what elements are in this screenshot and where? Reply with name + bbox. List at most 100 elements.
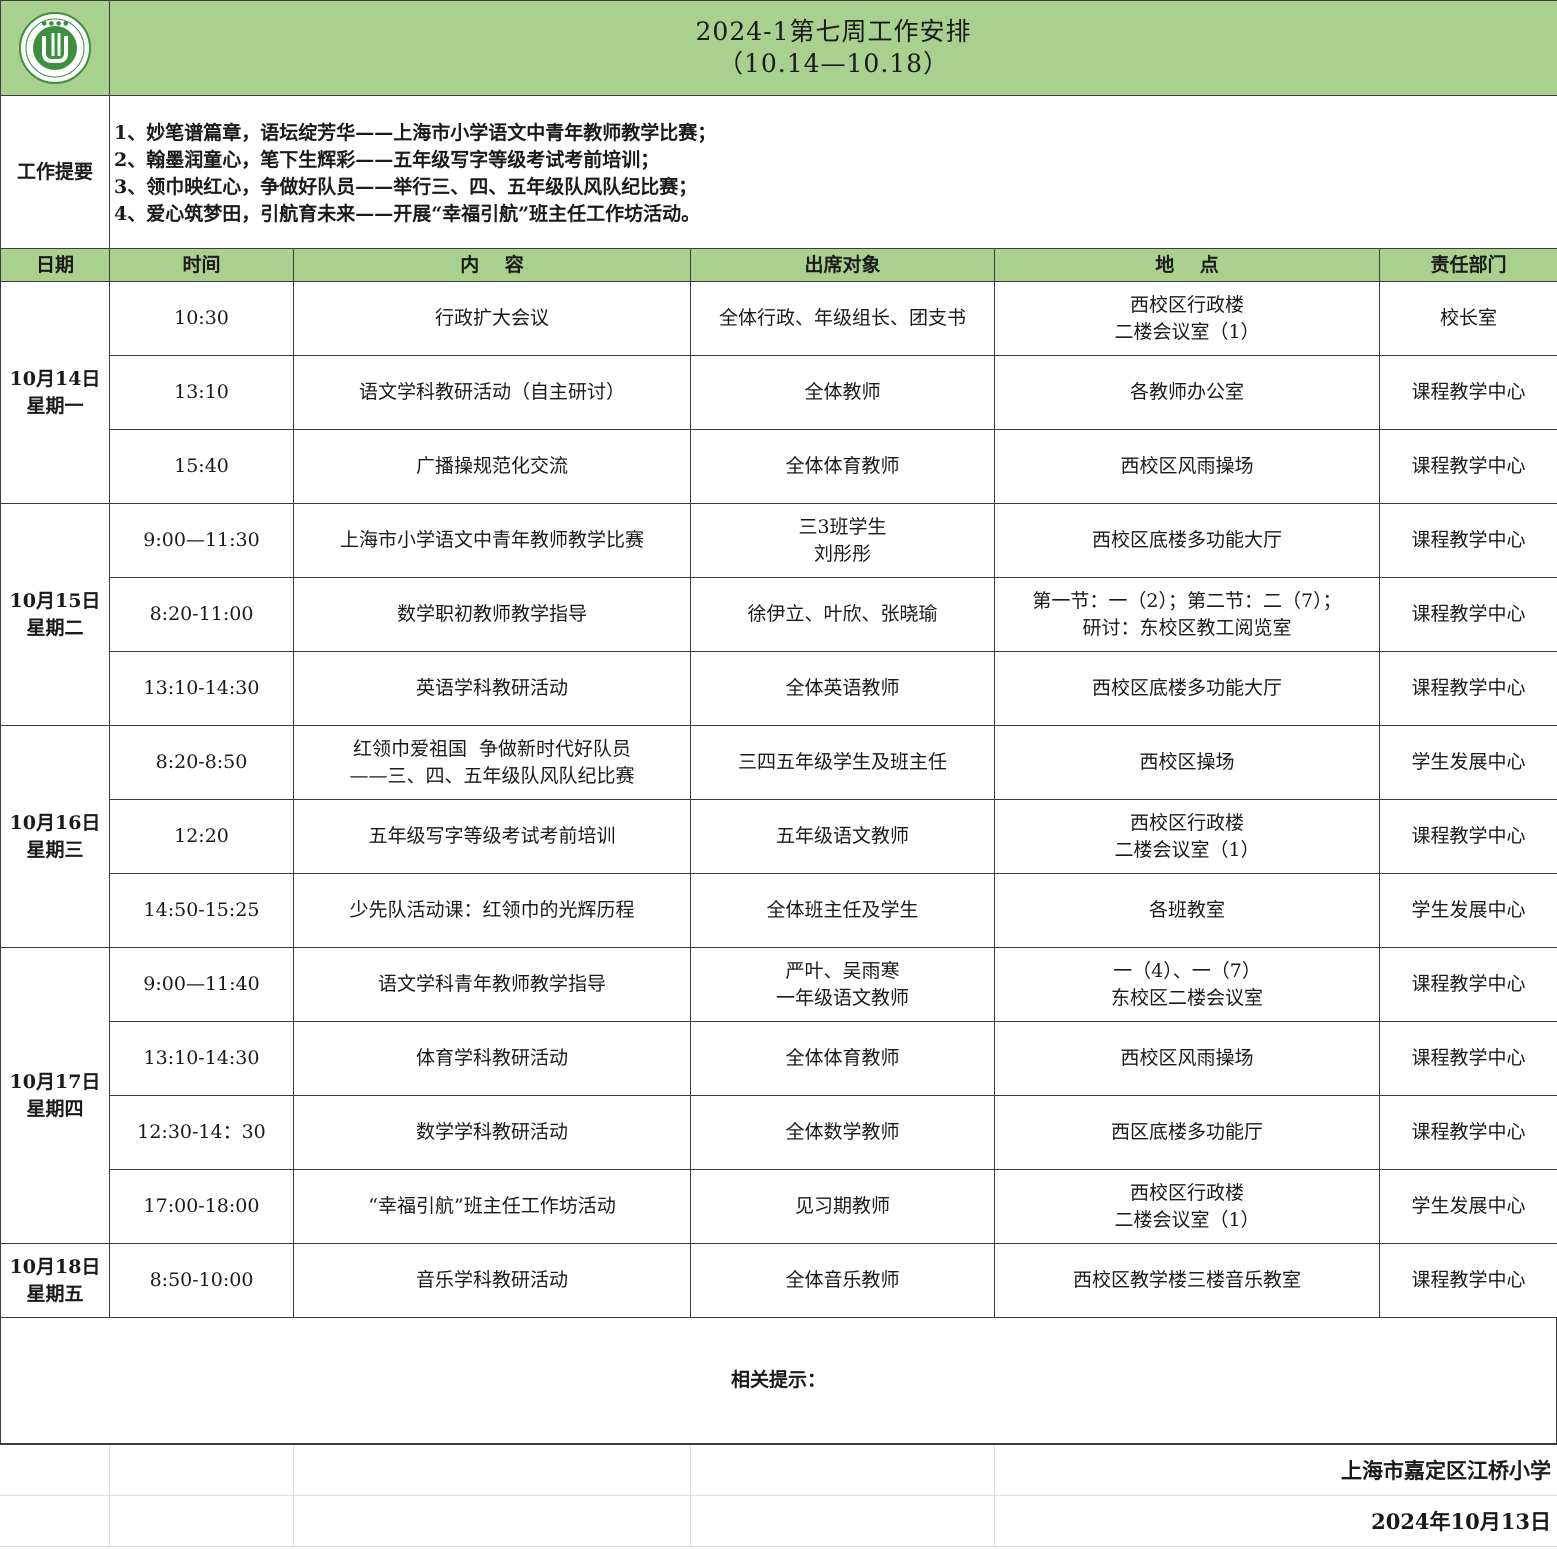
- dept-cell: 课程教学中心: [1378, 503, 1557, 578]
- location-line: 二楼会议室（1）: [1114, 320, 1260, 343]
- page-subtitle: （10.14—10.18）: [717, 49, 950, 78]
- attendees-cell: 全体体育教师: [690, 429, 995, 504]
- title-row: ● ● ● ● 2024-1第七周工作安排 （10.14—10.18）: [0, 0, 1557, 96]
- content-cell: 红领巾爱祖国 争做新时代好队员 ——三、四、五年级队风队纪比赛: [293, 725, 691, 800]
- content-cell: 数学职初教师教学指导: [293, 577, 691, 652]
- dept-cell: 学生发展中心: [1378, 725, 1557, 800]
- dept-cell: 课程教学中心: [1378, 799, 1557, 874]
- attendees-cell: 全体行政、年级组长、团支书: [690, 281, 995, 356]
- dept-cell: 课程教学中心: [1378, 947, 1557, 1022]
- location-line: 西校区行政楼: [1129, 811, 1244, 834]
- attendees-cell: 严叶、吴雨寒 一年级语文教师: [690, 947, 995, 1022]
- attendees-cell: 全体英语教师: [690, 651, 995, 726]
- location-line: 西校区行政楼: [1129, 1181, 1244, 1204]
- attendees-cell: 全体音乐教师: [690, 1243, 995, 1318]
- location-cell: 西区底楼多功能厅: [994, 1095, 1380, 1170]
- table-row: 12:20 五年级写字等级考试考前培训 五年级语文教师 西校区行政楼 二楼会议室（1）课…: [1, 799, 1557, 874]
- notes-table: 相关提示：: [0, 1317, 1557, 1445]
- attendees-line: 五年级语文教师: [775, 825, 909, 847]
- attendees-line: 见习期教师: [794, 1195, 890, 1217]
- footer-blank: [109, 1445, 294, 1496]
- attendees-cell: 徐伊立、叶欣、张晓瑜: [690, 577, 995, 652]
- column-header-row: 日期 时间 内 容 出席对象 地 点 责任部门: [0, 248, 1557, 282]
- table-row: 8:20-11:00 数学职初教师教学指导 徐伊立、叶欣、张晓瑜 第一节：一（2）；第…: [1, 577, 1557, 652]
- attendees-cell: 全体教师: [690, 355, 995, 430]
- dept-cell: 课程教学中心: [1378, 651, 1557, 726]
- attendees-cell: 三四五年级学生及班主任: [690, 725, 995, 800]
- summary-item: 3、领巾映红心，争做好队员——举行三、四、五年级队风队纪比赛；: [114, 176, 698, 198]
- location-line: 西校区底楼多功能大厅: [1091, 677, 1282, 699]
- content-cell: 数学学科教研活动: [293, 1095, 691, 1170]
- footer-blank: [293, 1445, 691, 1496]
- location-cell: 西校区底楼多功能大厅: [994, 503, 1380, 578]
- location-cell: 第一节：一（2）；第二节：二（7）； 研讨：东校区教工阅览室: [994, 577, 1380, 652]
- dept-cell: 学生发展中心: [1378, 1169, 1557, 1244]
- weekday-text: 星期三: [26, 838, 84, 861]
- dept-cell: 课程教学中心: [1378, 429, 1557, 504]
- attendees-line: 徐伊立、叶欣、张晓瑜: [747, 603, 938, 625]
- content-line: 行政扩大会议: [434, 307, 549, 329]
- location-cell: 各教师办公室: [994, 355, 1380, 430]
- attendees-line: 全体班主任及学生: [766, 899, 919, 921]
- footer-blank: [690, 1495, 995, 1547]
- content-line: 音乐学科教研活动: [415, 1269, 568, 1291]
- column-header-time: 时间: [109, 248, 294, 282]
- column-header-dept: 责任部门: [1378, 248, 1557, 282]
- table-row: 10月16日 星期三 8:20-8:50 红领巾爱祖国 争做新时代好队员 ——三、四、五…: [0, 725, 1557, 948]
- column-header-location: 地 点: [994, 248, 1380, 282]
- location-line: 西校区风雨操场: [1120, 1047, 1254, 1069]
- location-line: 东校区二楼会议室: [1110, 986, 1263, 1009]
- dept-cell: 课程教学中心: [1378, 1021, 1557, 1096]
- attendees-line: 全体体育教师: [785, 1047, 900, 1069]
- notes-row: 相关提示：: [0, 1317, 1557, 1445]
- content-line: 广播操规范化交流: [415, 455, 568, 477]
- time-cell: 8:20-11:00: [109, 577, 294, 652]
- footer-row-date: 2024年10月13日: [0, 1495, 1557, 1547]
- attendees-cell: 见习期教师: [690, 1169, 995, 1244]
- attendees-line: 严叶、吴雨寒: [785, 959, 900, 982]
- attendees-cell: 全体班主任及学生: [690, 873, 995, 948]
- attendees-cell: 五年级语文教师: [690, 799, 995, 874]
- attendees-cell: 全体体育教师: [690, 1021, 995, 1096]
- location-cell: 西校区操场: [994, 725, 1380, 800]
- footer-date: 2024年10月13日: [994, 1495, 1557, 1547]
- location-line: 西区底楼多功能厅: [1110, 1121, 1263, 1143]
- location-cell: 西校区风雨操场: [994, 429, 1380, 504]
- dept-cell: 课程教学中心: [1378, 355, 1557, 430]
- location-line: 西校区教学楼三楼音乐教室: [1072, 1269, 1301, 1291]
- time-cell: 15:40: [109, 429, 294, 504]
- location-line: 研讨：东校区教工阅览室: [1082, 616, 1292, 639]
- school-emblem-icon: ● ● ● ●: [19, 12, 91, 84]
- content-line: 语文学科教研活动（自主研讨）: [358, 381, 625, 403]
- location-line: 西校区行政楼: [1129, 293, 1244, 316]
- column-header-content: 内 容: [293, 248, 691, 282]
- location-cell: 西校区行政楼 二楼会议室（1）: [994, 1169, 1380, 1244]
- dept-cell: 校长室: [1378, 281, 1557, 356]
- footer-school-name: 上海市嘉定区江桥小学: [994, 1445, 1557, 1496]
- date-text: 10月18日: [9, 1255, 101, 1278]
- date-text: 10月15日: [9, 589, 101, 612]
- attendees-line: 全体数学教师: [785, 1121, 900, 1143]
- logo-cell: ● ● ● ●: [0, 0, 110, 96]
- content-line: 少先队活动课：红领巾的光辉历程: [349, 899, 635, 921]
- table-row: 12:30-14：30 数学学科教研活动 全体数学教师 西区底楼多功能厅 课程教学中心: [1, 1095, 1557, 1170]
- time-cell: 13:10-14:30: [109, 651, 294, 726]
- time-cell: 9:00—11:40: [109, 947, 294, 1022]
- content-cell: 体育学科教研活动: [293, 1021, 691, 1096]
- summary-item: 4、爱心筑梦田，引航育未来——开展“幸福引航”班主任工作坊活动。: [114, 203, 701, 225]
- location-line: 西校区风雨操场: [1120, 455, 1254, 477]
- date-cell: 10月16日 星期三: [0, 725, 110, 948]
- table-row: 13:10-14:30 体育学科教研活动 全体体育教师 西校区风雨操场 课程教学中心: [1, 1021, 1557, 1096]
- schedule-table: ● ● ● ● 2024-1第七周工作安排 （10.14—10.18） 工作提要…: [0, 0, 1557, 1318]
- summary-item: 2、翰墨润童心，笔下生辉彩——五年级写字等级考试考前培训；: [114, 149, 660, 171]
- table-row: 10月18日 星期五 8:50-10:00 音乐学科教研活动 全体音乐教师 西校区教学楼三…: [0, 1243, 1557, 1318]
- column-header-date: 日期: [0, 248, 110, 282]
- attendees-cell: 全体数学教师: [690, 1095, 995, 1170]
- date-text: 10月16日: [9, 811, 101, 834]
- table-row: 10月14日 星期一 10:30 行政扩大会议 全体行政、年级组长、团支书 西校区行政楼二…: [0, 281, 1557, 504]
- dept-cell: 课程教学中心: [1378, 577, 1557, 652]
- content-line: 五年级写字等级考试考前培训: [368, 825, 616, 847]
- footer-blank: [109, 1495, 294, 1547]
- time-cell: 13:10: [109, 355, 294, 430]
- content-line: 英语学科教研活动: [415, 677, 568, 699]
